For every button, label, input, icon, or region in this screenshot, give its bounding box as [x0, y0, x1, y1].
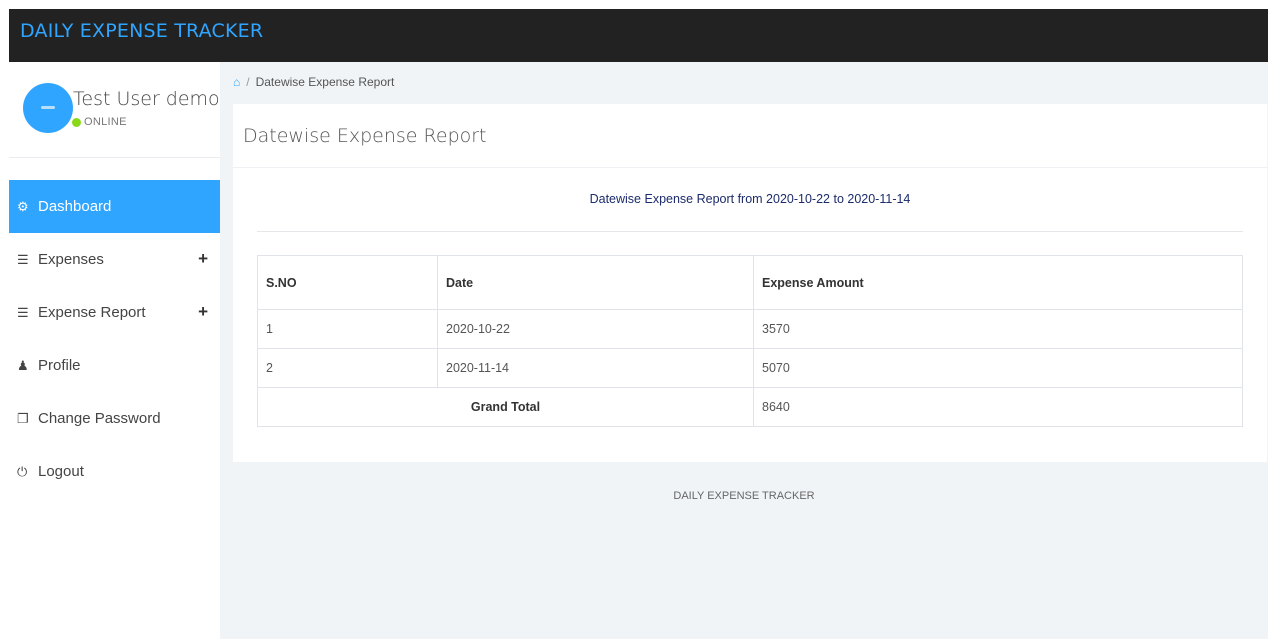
sidebar-menu: ⚙ Dashboard ☰ Expenses + ☰ Expense Repor… [9, 180, 220, 498]
sidebar-item-label: Logout [38, 463, 84, 480]
table-row: 2 2020-11-14 5070 [257, 348, 1243, 388]
grand-total-label: Grand Total [257, 387, 754, 427]
report-title: Datewise Expense Report from 2020-10-22 … [589, 192, 911, 206]
home-icon[interactable]: ⌂ [233, 75, 240, 89]
app-title[interactable]: DAILY EXPENSE TRACKER [20, 20, 263, 42]
user-name: Test User demo [73, 88, 220, 110]
sidebar-item-expense-report[interactable]: ☰ Expense Report + [9, 286, 220, 339]
table-header-row: S.NO Date Expense Amount [257, 255, 1243, 310]
online-status-label: ONLINE [84, 116, 127, 128]
grand-total-value: 8640 [753, 387, 1243, 427]
cell-sno: 1 [257, 309, 438, 349]
cell-date: 2020-10-22 [437, 309, 754, 349]
breadcrumb-separator: / [246, 75, 250, 89]
sidebar-item-change-password[interactable]: ❐ Change Password [9, 392, 220, 445]
cell-date: 2020-11-14 [437, 348, 754, 388]
breadcrumb: ⌂ / Datewise Expense Report [233, 75, 394, 89]
page-title: Datewise Expense Report [233, 104, 1267, 168]
top-navbar: DAILY EXPENSE TRACKER [9, 9, 1268, 62]
breadcrumb-current: Datewise Expense Report [255, 75, 395, 89]
sidebar-item-label: Profile [38, 357, 81, 374]
avatar [23, 83, 73, 133]
expand-icon[interactable]: + [198, 249, 208, 269]
cell-sno: 2 [257, 348, 438, 388]
column-header-date: Date [437, 255, 754, 310]
copy-icon: ❐ [17, 410, 29, 426]
power-icon: ⏻ [17, 463, 28, 479]
report-panel: Datewise Expense Report Datewise Expense… [233, 104, 1267, 462]
sidebar-item-dashboard[interactable]: ⚙ Dashboard [9, 180, 220, 233]
sidebar-item-profile[interactable]: ♟ Profile [9, 339, 220, 392]
expand-icon[interactable]: + [198, 302, 208, 322]
sidebar-item-label: Dashboard [38, 198, 112, 215]
user-icon: ♟ [17, 357, 29, 373]
grand-total-row: Grand Total 8640 [257, 387, 1243, 427]
sidebar-item-label: Change Password [38, 410, 161, 427]
list-icon: ☰ [17, 251, 29, 267]
cell-amount: 5070 [753, 348, 1243, 388]
dashboard-icon: ⚙ [17, 198, 29, 214]
expense-table: S.NO Date Expense Amount 1 2020-10-22 35… [257, 255, 1243, 427]
sidebar-item-label: Expense Report [38, 304, 146, 321]
table-row: 1 2020-10-22 3570 [257, 309, 1243, 349]
user-profile: Test User demo ONLINE [9, 62, 220, 158]
sidebar: Test User demo ONLINE ⚙ Dashboard ☰ Expe… [9, 62, 220, 639]
column-header-sno: S.NO [257, 255, 438, 310]
online-status-icon [72, 118, 81, 127]
column-header-amount: Expense Amount [753, 255, 1243, 310]
sidebar-item-label: Expenses [38, 251, 104, 268]
cell-amount: 3570 [753, 309, 1243, 349]
footer: DAILY EXPENSE TRACKER [673, 490, 815, 502]
main-content: ⌂ / Datewise Expense Report Datewise Exp… [220, 62, 1268, 639]
list-icon: ☰ [17, 304, 29, 320]
sidebar-item-logout[interactable]: ⏻ Logout [9, 445, 220, 498]
divider [257, 231, 1243, 232]
sidebar-item-expenses[interactable]: ☰ Expenses + [9, 233, 220, 286]
